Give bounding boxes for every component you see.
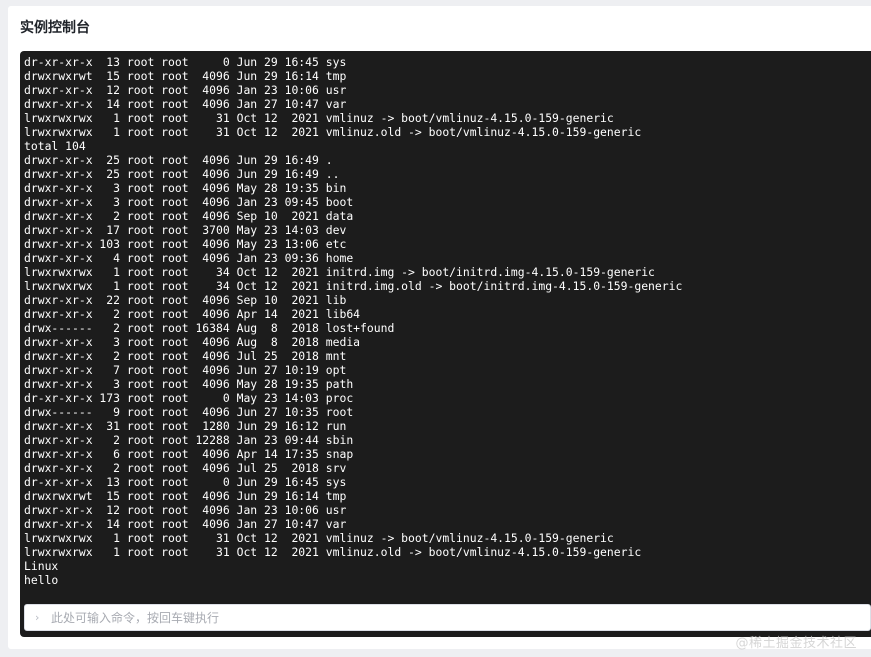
terminal-line: drwxr-xr-x 2 root root 4096 Apr 14 2021 … [24, 307, 361, 321]
terminal-line: drwxr-xr-x 17 root root 3700 May 23 14:0… [24, 223, 347, 237]
terminal-line: drwxr-xr-x 2 root root 4096 Sep 10 2021 … [24, 209, 354, 223]
terminal-line: drwxr-xr-x 25 root root 4096 Jun 29 16:4… [24, 153, 333, 167]
terminal-line: drwxr-xr-x 4 root root 4096 Jan 23 09:36… [24, 251, 354, 265]
terminal-line: drwxrwxrwt 15 root root 4096 Jun 29 16:1… [24, 69, 347, 83]
terminal-line: drwxr-xr-x 3 root root 4096 May 28 19:35… [24, 377, 354, 391]
terminal-line: drwxr-xr-x 3 root root 4096 May 28 19:35… [24, 181, 347, 195]
terminal-line: lrwxrwxrwx 1 root root 34 Oct 12 2021 in… [24, 265, 655, 279]
terminal-line: drwxr-xr-x 2 root root 12288 Jan 23 09:4… [24, 433, 354, 447]
watermark: @稀土掘金技术社区 [735, 636, 857, 651]
instance-console-panel: 实例控制台 dr-xr-xr-x 13 root root 0 Jun 29 1… [8, 6, 871, 649]
panel-title: 实例控制台 [20, 20, 90, 36]
terminal-line: drwxr-xr-x 12 root root 4096 Jan 23 10:0… [24, 503, 347, 517]
terminal-line: drwxr-xr-x 6 root root 4096 Apr 14 17:35… [24, 447, 354, 461]
terminal-line: drwxr-xr-x 2 root root 4096 Jul 25 2018 … [24, 461, 347, 475]
terminal-line: dr-xr-xr-x 173 root root 0 May 23 14:03 … [24, 391, 354, 405]
terminal-line: hello [24, 573, 59, 587]
terminal-line: lrwxrwxrwx 1 root root 34 Oct 12 2021 in… [24, 279, 683, 293]
terminal-output[interactable]: dr-xr-xr-x 13 root root 0 Jun 29 16:45 s… [20, 51, 871, 637]
terminal-line: drwxr-xr-x 22 root root 4096 Sep 10 2021… [24, 293, 347, 307]
terminal-line: drwxrwxrwt 15 root root 4096 Jun 29 16:1… [24, 489, 347, 503]
terminal-line: Linux [24, 559, 59, 573]
terminal-line: total 104 [24, 139, 86, 153]
terminal-line: dr-xr-xr-x 13 root root 0 Jun 29 16:45 s… [24, 475, 347, 489]
terminal-line: drwxr-xr-x 14 root root 4096 Jan 27 10:4… [24, 97, 347, 111]
terminal-line: drwxr-xr-x 12 root root 4096 Jan 23 10:0… [24, 83, 347, 97]
terminal-line: drwx------ 2 root root 16384 Aug 8 2018 … [24, 321, 395, 335]
terminal-lines: dr-xr-xr-x 13 root root 0 Jun 29 16:45 s… [24, 55, 682, 587]
terminal-line: drwxr-xr-x 7 root root 4096 Jun 27 10:19… [24, 363, 347, 377]
terminal-line: lrwxrwxrwx 1 root root 31 Oct 12 2021 vm… [24, 111, 614, 125]
terminal-line: drwx------ 9 root root 4096 Jun 27 10:35… [24, 405, 354, 419]
terminal-line: lrwxrwxrwx 1 root root 31 Oct 12 2021 vm… [24, 125, 642, 139]
terminal-line: drwxr-xr-x 3 root root 4096 Jan 23 09:45… [24, 195, 354, 209]
terminal-line: drwxr-xr-x 3 root root 4096 Aug 8 2018 m… [24, 335, 361, 349]
terminal-line: drwxr-xr-x 14 root root 4096 Jan 27 10:4… [24, 517, 347, 531]
terminal-line: drwxr-xr-x 31 root root 1280 Jun 29 16:1… [24, 419, 347, 433]
terminal-line: drwxr-xr-x 103 root root 4096 May 23 13:… [24, 237, 347, 251]
command-input-box[interactable]: › [24, 604, 871, 631]
terminal-line: dr-xr-xr-x 13 root root 0 Jun 29 16:45 s… [24, 55, 347, 69]
terminal-line: drwxr-xr-x 25 root root 4096 Jun 29 16:4… [24, 167, 340, 181]
chevron-right-icon: › [35, 611, 40, 624]
terminal-line: lrwxrwxrwx 1 root root 31 Oct 12 2021 vm… [24, 545, 642, 559]
terminal-line: lrwxrwxrwx 1 root root 31 Oct 12 2021 vm… [24, 531, 614, 545]
terminal-line: drwxr-xr-x 2 root root 4096 Jul 25 2018 … [24, 349, 347, 363]
command-input[interactable] [51, 605, 851, 630]
